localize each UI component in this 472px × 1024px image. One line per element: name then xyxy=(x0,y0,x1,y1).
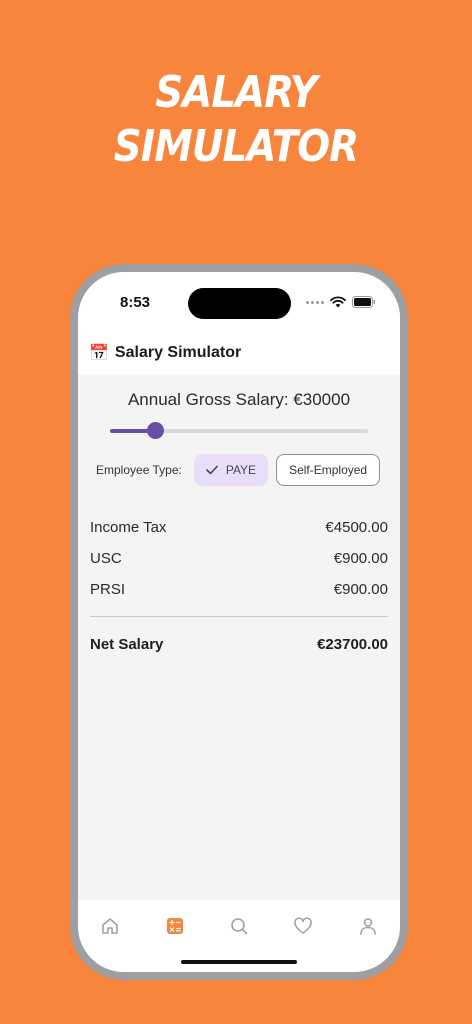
status-bar: 8:53 xyxy=(78,272,400,332)
battery-icon xyxy=(352,296,376,308)
deductions-list: Income Tax €4500.00 USC €900.00 PRSI €90… xyxy=(90,512,388,605)
salary-slider[interactable] xyxy=(110,422,368,439)
home-icon xyxy=(102,918,118,934)
calculator-icon xyxy=(166,918,183,934)
gross-salary-label: Annual Gross Salary: €30000 xyxy=(127,390,351,409)
deduction-value: €900.00 xyxy=(333,550,388,567)
wifi-icon xyxy=(330,296,346,308)
slider-thumb[interactable] xyxy=(147,422,165,439)
deduction-label: PRSI xyxy=(90,581,126,598)
deduction-value: €900.00 xyxy=(333,581,388,598)
app-header: 📅 Salary Simulator xyxy=(78,332,400,374)
phone-screen: 8:53 📅 Salary Simulator Annual Gross Sal… xyxy=(78,272,400,972)
deduction-row-usc: USC €900.00 xyxy=(90,543,388,574)
status-icons xyxy=(306,296,376,308)
tab-calculator[interactable] xyxy=(163,914,187,938)
tab-search[interactable] xyxy=(227,914,251,938)
profile-icon xyxy=(359,918,376,935)
promo-title: SALARY SIMULATOR xyxy=(28,66,443,174)
self-employed-chip-label: Self-Employed xyxy=(289,463,368,477)
divider xyxy=(90,616,388,617)
calendar-icon: 📅 xyxy=(89,343,109,362)
promo-title-line-2: SIMULATOR xyxy=(113,121,359,172)
deduction-label: Income Tax xyxy=(90,519,167,536)
status-time: 8:53 xyxy=(120,294,151,311)
search-icon xyxy=(231,918,248,935)
dynamic-island xyxy=(188,288,291,319)
paye-chip[interactable]: PAYE xyxy=(193,454,269,486)
net-salary-value: €23700.00 xyxy=(317,636,388,653)
paye-chip-label: PAYE xyxy=(225,463,257,477)
deduction-row-prsi: PRSI €900.00 xyxy=(90,574,388,605)
heart-icon xyxy=(294,917,313,934)
employee-type-label: Employee Type: xyxy=(96,463,182,477)
signal-icon xyxy=(306,300,324,304)
bottom-tab-bar xyxy=(78,900,400,972)
net-salary-row: Net Salary €23700.00 xyxy=(90,636,388,653)
promo-title-line-1: SALARY xyxy=(155,67,317,118)
deduction-row-income-tax: Income Tax €4500.00 xyxy=(90,512,388,543)
tab-profile[interactable] xyxy=(356,914,380,938)
self-employed-chip[interactable]: Self-Employed xyxy=(276,454,381,486)
check-icon xyxy=(206,465,218,475)
net-salary-label: Net Salary xyxy=(90,636,164,653)
home-indicator xyxy=(181,960,297,964)
deduction-label: USC xyxy=(90,550,122,567)
tab-favorites[interactable] xyxy=(291,914,315,938)
deduction-value: €4500.00 xyxy=(325,519,388,536)
tab-home[interactable] xyxy=(98,914,122,938)
phone-frame: 8:53 📅 Salary Simulator Annual Gross Sal… xyxy=(70,264,408,980)
employee-type-row: Employee Type: PAYE Self-Employed xyxy=(96,454,382,486)
app-title: Salary Simulator xyxy=(114,344,242,361)
